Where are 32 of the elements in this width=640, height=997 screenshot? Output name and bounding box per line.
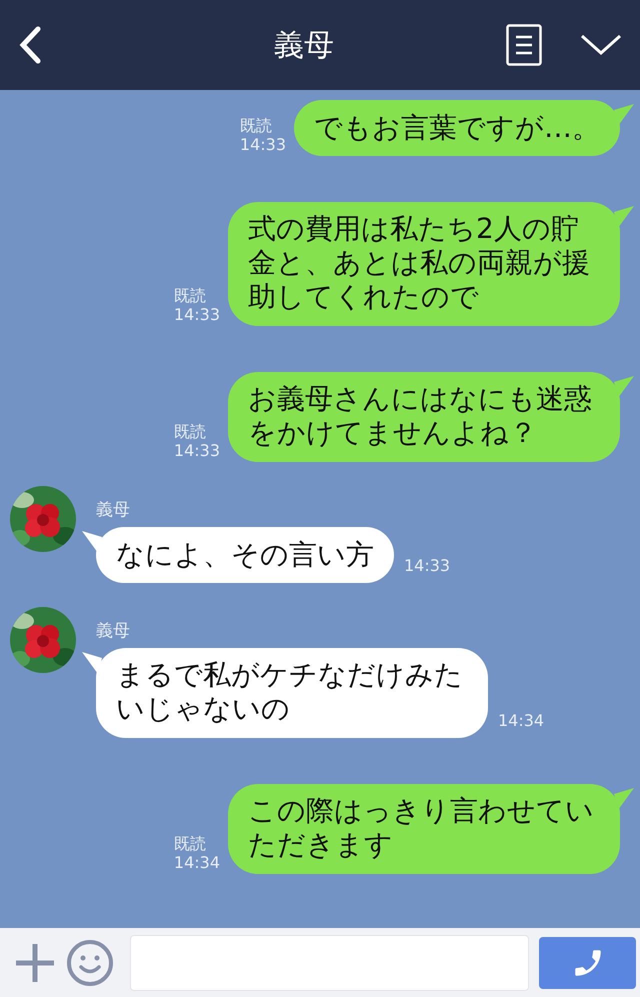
chevron-down-icon[interactable] xyxy=(580,33,622,57)
bubble-tail xyxy=(82,531,102,553)
menu-icon[interactable] xyxy=(506,24,542,66)
read-receipt: 既読 xyxy=(174,422,207,441)
sent-message-bubble: 式の費用は私たち2人の貯金と、あとは私の両親が援助してくれたので xyxy=(228,202,620,326)
read-receipt: 既読 xyxy=(240,116,273,135)
sent-message-bubble: お義母さんにはなにも迷惑をかけてませんよね？ xyxy=(228,372,620,462)
message-time: 14:34 xyxy=(174,853,220,872)
sender-name: 義母 xyxy=(96,499,131,521)
bubble-tail xyxy=(614,376,634,398)
smiley-icon[interactable] xyxy=(66,938,114,986)
message-input[interactable] xyxy=(130,934,529,990)
chat-title: 義母 xyxy=(273,26,335,64)
message-time: 14:33 xyxy=(240,135,286,154)
call-button[interactable] xyxy=(539,936,636,988)
sent-message-bubble: この際はっきり言わせていただきます xyxy=(228,784,620,874)
bubble-tail xyxy=(614,206,634,228)
message-time: 14:33 xyxy=(174,305,220,324)
read-receipt: 既読 xyxy=(174,286,207,305)
plus-icon[interactable] xyxy=(14,942,56,984)
bubble-tail xyxy=(614,788,634,810)
sent-message-bubble: でもお言葉ですが…。 xyxy=(294,100,620,156)
bubble-tail xyxy=(614,104,634,126)
sender-name: 義母 xyxy=(96,620,131,642)
message-time: 14:33 xyxy=(404,556,450,577)
received-message-bubble: なによ、その言い方 xyxy=(96,527,394,583)
read-receipt: 既読 xyxy=(174,834,207,853)
back-icon[interactable] xyxy=(18,25,42,65)
received-message-bubble: まるで私がケチなだけみたいじゃないの xyxy=(96,648,488,738)
message-time: 14:33 xyxy=(174,441,220,460)
message-time: 14:34 xyxy=(498,711,544,732)
bubble-tail xyxy=(82,652,102,674)
